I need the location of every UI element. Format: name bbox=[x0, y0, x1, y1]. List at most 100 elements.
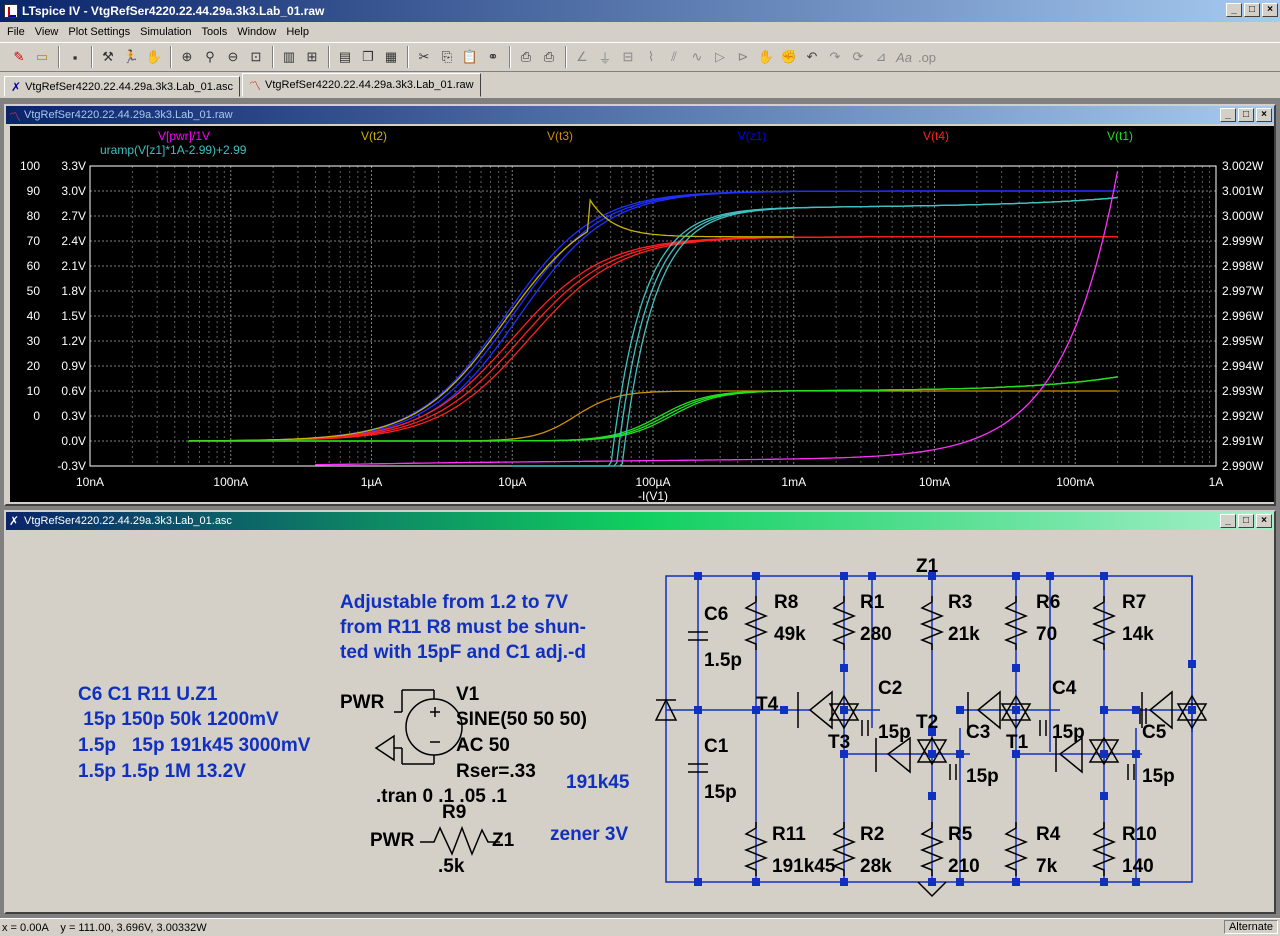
menu-file[interactable]: File bbox=[2, 26, 30, 38]
menu-help[interactable]: Help bbox=[281, 26, 314, 38]
schematic-maximize-button[interactable]: □ bbox=[1238, 514, 1254, 528]
legend-entry: V(t1) bbox=[1107, 129, 1133, 143]
zoom-fit-icon[interactable]: ⊡ bbox=[245, 46, 267, 68]
diode-icon[interactable]: ▷ bbox=[709, 46, 731, 68]
drag-icon[interactable]: ✊ bbox=[778, 46, 800, 68]
save-icon[interactable]: ▪ bbox=[64, 46, 86, 68]
component-icon[interactable]: ⊳ bbox=[732, 46, 754, 68]
menu-bar: File View Plot Settings Simulation Tools… bbox=[0, 22, 1280, 42]
capacitor-icon[interactable]: ⫽ bbox=[663, 46, 685, 68]
x-tick-label: 10µA bbox=[498, 475, 526, 489]
toolbar: ✎ ▭ ▪ ⚒ 🏃 ✋ ⊕ ⚲ ⊖ ⊡ ▥ ⊞ ▤ ❐ ▦ ✂ ⎘ 📋 ⚭ ⎙ … bbox=[0, 42, 1280, 72]
v1-value: SINE(50 50 50) bbox=[456, 709, 587, 730]
maximize-button[interactable]: □ bbox=[1244, 3, 1260, 17]
label-r3: R3 bbox=[948, 592, 972, 613]
label-r3-value: 21k bbox=[948, 624, 980, 645]
waveform-minimize-button[interactable]: _ bbox=[1220, 108, 1236, 122]
waveform-maximize-button[interactable]: □ bbox=[1238, 108, 1254, 122]
find-icon[interactable]: ⚭ bbox=[482, 46, 504, 68]
x-tick-label: 100nA bbox=[213, 475, 248, 489]
tile-horizontal-icon[interactable]: ▤ bbox=[334, 46, 356, 68]
y-right-tick: 3.001W bbox=[1222, 184, 1264, 198]
schematic-close-button[interactable]: × bbox=[1256, 514, 1272, 528]
x-tick-label: 100mA bbox=[1056, 475, 1094, 489]
y-left-outer-tick: 80 bbox=[27, 209, 41, 223]
wire-icon[interactable]: ∠ bbox=[571, 46, 593, 68]
schematic-canvas[interactable]: Adjustable from 1.2 to 7V from R11 R8 mu… bbox=[10, 532, 1274, 910]
mirror-icon[interactable]: ⊿ bbox=[870, 46, 892, 68]
cut-icon[interactable]: ✂ bbox=[413, 46, 435, 68]
label-r10: R10 bbox=[1122, 824, 1157, 845]
open-schematic-icon[interactable]: ✎ bbox=[8, 46, 30, 68]
text-icon[interactable]: Aa bbox=[893, 46, 915, 68]
waveform-chart: 10nA 100nA 1µA 10µA 100µA 1mA 10mA 100mA 1A100 3.… bbox=[20, 129, 1264, 503]
junction-dots bbox=[694, 572, 1196, 886]
tab-schematic-label: VtgRefSer4220.22.44.29a.3k3.Lab_01.asc bbox=[25, 80, 233, 93]
pwr-label: PWR bbox=[340, 692, 385, 713]
label-r5: R5 bbox=[948, 824, 973, 845]
label-c2: C2 bbox=[878, 678, 902, 699]
x-tick-label: 1mA bbox=[781, 475, 806, 489]
trace-vpwr bbox=[315, 171, 1119, 466]
trace-uramp bbox=[512, 197, 1118, 467]
menu-view[interactable]: View bbox=[30, 26, 64, 38]
trace-uramp bbox=[512, 197, 1118, 467]
rotate-icon[interactable]: ⟳ bbox=[847, 46, 869, 68]
copy-icon[interactable]: ⎘ bbox=[436, 46, 458, 68]
open-file-icon[interactable]: ▭ bbox=[31, 46, 53, 68]
print-preview-icon[interactable]: ⎙ bbox=[515, 46, 537, 68]
print-icon[interactable]: ⎙ bbox=[538, 46, 560, 68]
menu-tools[interactable]: Tools bbox=[197, 26, 233, 38]
close-button[interactable]: × bbox=[1262, 3, 1278, 17]
x-tick-label: 1µA bbox=[361, 475, 383, 489]
menu-simulation[interactable]: Simulation bbox=[135, 26, 196, 38]
label-net-icon[interactable]: ⊟ bbox=[617, 46, 639, 68]
y-left-inner-tick: 0.9V bbox=[61, 359, 86, 373]
inductor-icon[interactable]: ∿ bbox=[686, 46, 708, 68]
control-panel-icon[interactable]: ⚒ bbox=[97, 46, 119, 68]
legend-entry: V(t3) bbox=[547, 129, 573, 143]
menu-plot-settings[interactable]: Plot Settings bbox=[63, 26, 135, 38]
label-c5-value: 15p bbox=[1142, 766, 1175, 787]
autorange-icon[interactable]: ▥ bbox=[278, 46, 300, 68]
menu-window[interactable]: Window bbox=[232, 26, 281, 38]
pan-icon[interactable]: ⚲ bbox=[199, 46, 221, 68]
add-trace-icon[interactable]: ⊞ bbox=[301, 46, 323, 68]
halt-icon[interactable]: ✋ bbox=[143, 46, 165, 68]
waveform-plot-pane[interactable]: 10nA 100nA 1µA 10µA 100µA 1mA 10mA 100mA 1A 100 3.… bbox=[10, 126, 1274, 503]
y-right-tick: 2.995W bbox=[1222, 334, 1264, 348]
label-r4: R4 bbox=[1036, 824, 1061, 845]
y-left-outer-tick: 0 bbox=[33, 409, 40, 423]
waveform-window: 〽 VtgRefSer4220.22.44.29a.3k3.Lab_01.raw… bbox=[4, 104, 1276, 506]
ground-icon[interactable]: ⏚ bbox=[594, 46, 616, 68]
waveform-close-button[interactable]: × bbox=[1256, 108, 1272, 122]
tab-waveform[interactable]: 〽 VtgRefSer4220.22.44.29a.3k3.Lab_01.raw bbox=[242, 73, 481, 97]
cursor-readout: x = 0.00A y = 111.00, 3.696V, 3.00332W bbox=[2, 921, 207, 934]
x-tick-label: 100µA bbox=[636, 475, 671, 489]
waveform-icon: 〽 bbox=[9, 110, 22, 124]
spice-directive-icon[interactable]: .op bbox=[916, 46, 938, 68]
y-left-outer-tick: 90 bbox=[27, 184, 41, 198]
label-c4-value: 15p bbox=[1052, 722, 1085, 743]
schematic-icon: ✗ bbox=[9, 514, 20, 528]
paste-icon[interactable]: 📋 bbox=[459, 46, 481, 68]
resistor-icon[interactable]: ⌇ bbox=[640, 46, 662, 68]
mdi-area: 〽 VtgRefSer4220.22.44.29a.3k3.Lab_01.raw… bbox=[0, 98, 1280, 918]
y-left-inner-tick: 0.3V bbox=[61, 409, 86, 423]
ltspice-app-icon bbox=[4, 4, 18, 18]
zoom-out-icon[interactable]: ⊖ bbox=[222, 46, 244, 68]
undo-icon[interactable]: ↶ bbox=[801, 46, 823, 68]
zoom-in-icon[interactable]: ⊕ bbox=[176, 46, 198, 68]
y-left-inner-tick: 1.2V bbox=[61, 334, 86, 348]
label-r1-value: 280 bbox=[860, 624, 892, 645]
minimize-button[interactable]: _ bbox=[1226, 3, 1242, 17]
redo-icon[interactable]: ↷ bbox=[824, 46, 846, 68]
x-tick-label: 10nA bbox=[76, 475, 104, 489]
y-right-tick: 2.996W bbox=[1222, 309, 1264, 323]
run-icon[interactable]: 🏃 bbox=[120, 46, 142, 68]
cascade-icon[interactable]: ❐ bbox=[357, 46, 379, 68]
schematic-minimize-button[interactable]: _ bbox=[1220, 514, 1236, 528]
tab-schematic[interactable]: ✗ VtgRefSer4220.22.44.29a.3k3.Lab_01.asc bbox=[4, 76, 240, 97]
tile-vertical-icon[interactable]: ▦ bbox=[380, 46, 402, 68]
move-icon[interactable]: ✋ bbox=[755, 46, 777, 68]
